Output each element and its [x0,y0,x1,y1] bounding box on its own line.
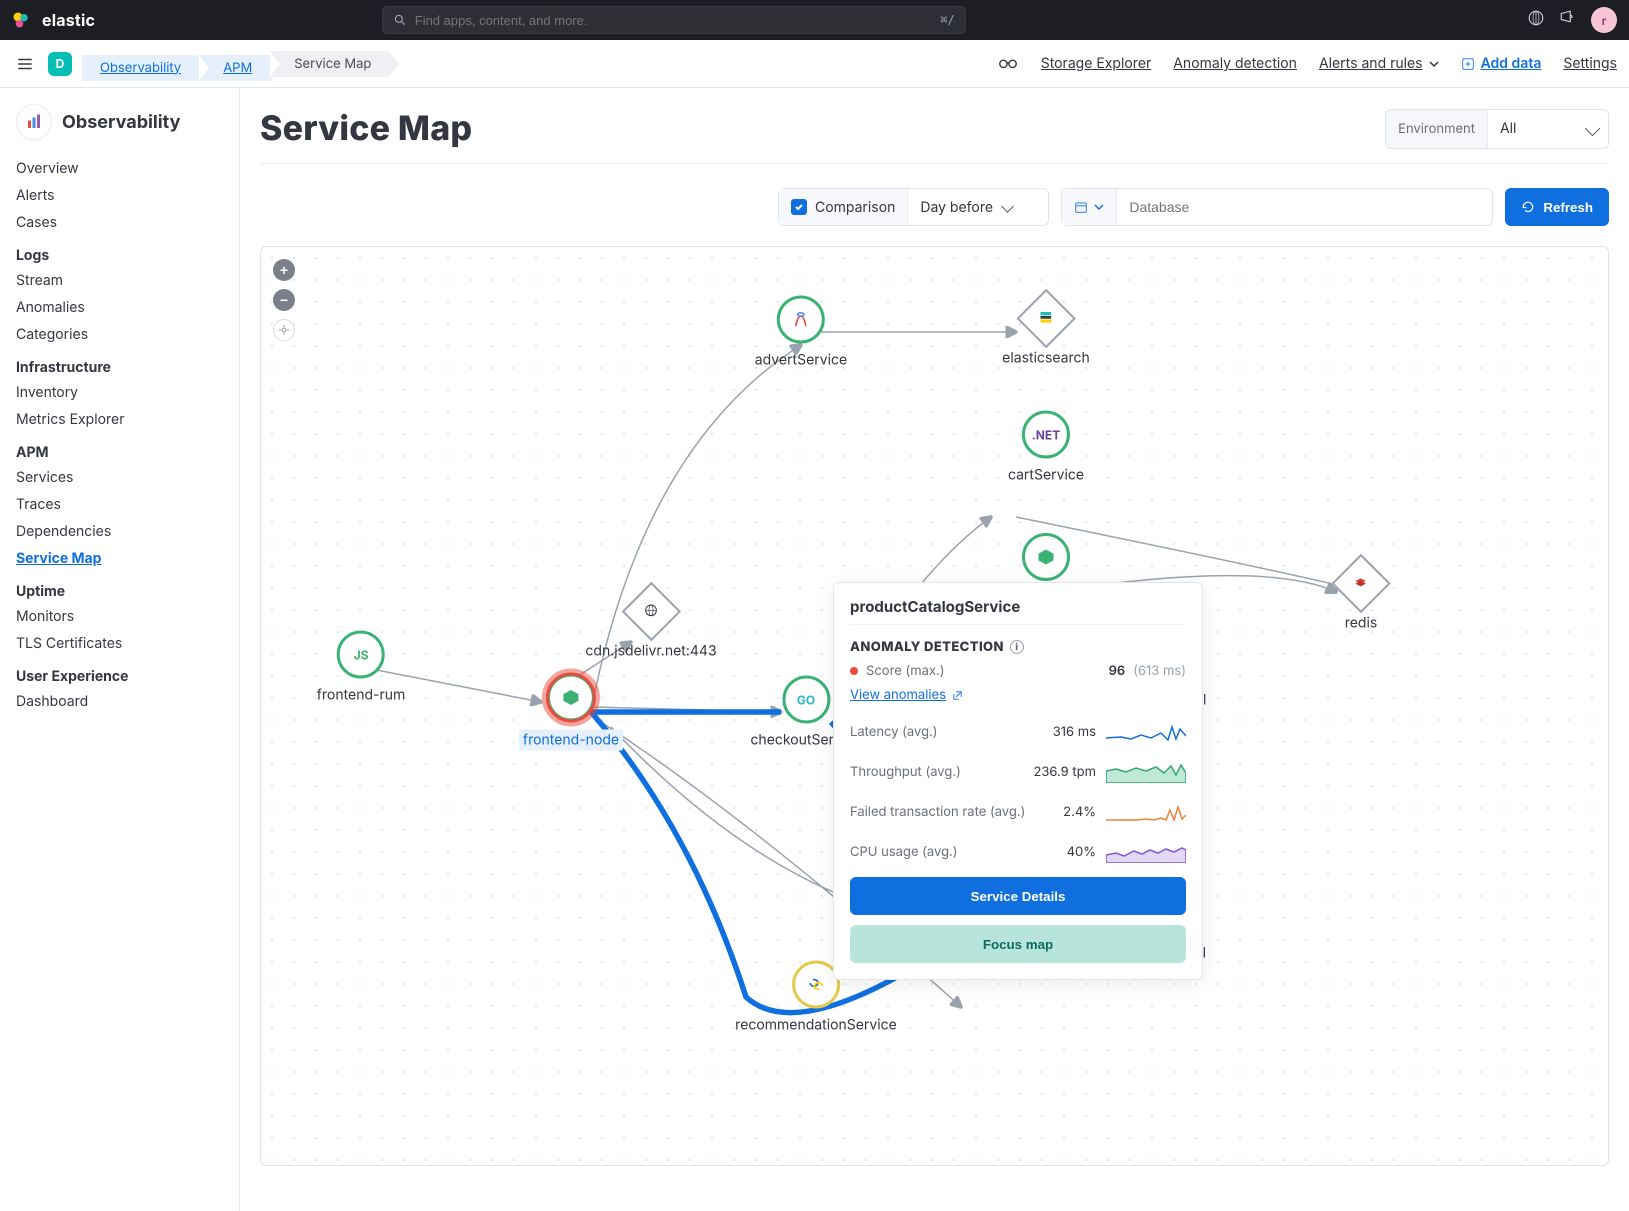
external-link-icon [952,690,963,701]
sidebar-item-services[interactable]: Services [16,469,73,486]
view-anomalies-link[interactable]: View anomalies [850,687,963,703]
app-header: D Observability APM Service Map Storage … [0,40,1629,88]
node-frontend-rum[interactable]: JSfrontend-rum [317,631,406,704]
link-add-data[interactable]: Add data [1461,55,1542,72]
elasticsearch-icon [1038,309,1054,328]
space-badge[interactable]: D [48,52,72,76]
sparkline-cpu [1106,841,1186,863]
sidebar-item-anomalies[interactable]: Anomalies [16,299,85,316]
glasses-icon[interactable] [997,51,1019,77]
global-search[interactable]: ⌘/ [382,6,966,34]
node-elasticsearch[interactable]: elasticsearch [1002,298,1090,367]
search-icon [393,13,407,27]
metric-cpu: CPU usage (avg.) 40% [850,841,1186,863]
popover-section-heading: ANOMALY DETECTIONi [850,639,1186,655]
comparison-range-select[interactable]: Day before [908,189,1048,225]
nav-toggle-button[interactable] [12,51,38,77]
sidebar-title: Observability [62,112,181,133]
metric-latency: Latency (avg.) 316 ms [850,721,1186,743]
help-icon[interactable] [1527,9,1545,31]
sidebar-item-overview[interactable]: Overview [16,160,79,177]
score-range: (613 ms) [1133,663,1186,679]
comparison-control: Comparison Day before [778,188,1049,226]
sidebar-heading-apm: APM [16,444,223,461]
breadcrumb: Observability APM Service Map [82,47,389,81]
sidebar-item-metrics-explorer[interactable]: Metrics Explorer [16,411,124,428]
sidebar-item-service-map[interactable]: Service Map [16,550,102,567]
global-header: elastic ⌘/ r [0,0,1629,40]
sidebar-heading-logs: Logs [16,247,223,264]
calendar-icon [1074,200,1088,214]
node-unknown-green[interactable] [1022,533,1070,581]
page-title: Service Map [260,108,472,149]
link-settings[interactable]: Settings [1563,55,1617,72]
elastic-logo-icon [12,11,30,29]
filter-bar: Comparison Day before Refresh [260,188,1609,226]
environment-label: Environment [1386,110,1488,148]
chevron-down-icon [1429,59,1439,69]
user-avatar[interactable]: r [1591,7,1617,33]
date-picker [1061,188,1493,226]
globe-icon [643,602,659,621]
service-details-button[interactable]: Service Details [850,877,1186,915]
sidebar-heading-uptime: Uptime [16,583,223,600]
focus-map-button[interactable]: Focus map [850,925,1186,963]
node-advertservice[interactable]: advertService [755,296,847,369]
sparkline-throughput [1106,761,1186,783]
link-storage-explorer[interactable]: Storage Explorer [1041,55,1152,72]
sidebar-item-inventory[interactable]: Inventory [16,384,78,401]
node-cartservice[interactable]: .NETcartService [1008,411,1084,484]
query-input-field[interactable] [1129,199,1480,215]
sidebar-item-stream[interactable]: Stream [16,272,63,289]
observability-icon [16,104,52,140]
sidebar-item-alerts[interactable]: Alerts [16,187,55,204]
sidebar-item-monitors[interactable]: Monitors [16,608,74,625]
link-anomaly-detection[interactable]: Anomaly detection [1173,55,1297,72]
metric-throughput: Throughput (avg.) 236.9 tpm [850,761,1186,783]
breadcrumb-current: Service Map [270,51,389,77]
sidebar-item-dashboard[interactable]: Dashboard [16,693,88,710]
search-kbd-hint: ⌘/ [940,13,954,27]
checkbox-checked-icon [791,199,807,215]
brand-name: elastic [42,10,95,30]
sparkline-latency [1106,721,1186,743]
plus-circle-icon [1461,57,1475,71]
sidebar: Observability Overview Alerts Cases Logs… [0,88,240,1211]
date-picker-button[interactable] [1062,189,1117,225]
node-frontend-node[interactable]: frontend-node [519,674,623,751]
comparison-toggle[interactable]: Comparison [779,189,908,225]
sidebar-heading-infrastructure: Infrastructure [16,359,223,376]
sidebar-item-dependencies[interactable]: Dependencies [16,523,111,540]
main-content: Service Map Environment All Comparison D… [240,88,1629,1211]
sidebar-heading-user-experience: User Experience [16,668,223,685]
news-icon[interactable] [1559,9,1577,31]
redis-icon [1353,574,1369,593]
sparkline-failed [1106,801,1186,823]
service-popover: productCatalogService ANOMALY DETECTIONi… [833,582,1203,980]
breadcrumb-apm[interactable]: APM [199,55,270,81]
environment-value[interactable]: All [1488,120,1608,137]
refresh-icon [1521,200,1535,214]
service-map-canvas[interactable]: + − [260,246,1609,1166]
query-input[interactable] [1117,189,1492,225]
sidebar-item-cases[interactable]: Cases [16,214,57,231]
score-value: 96 [1109,663,1126,679]
sidebar-item-categories[interactable]: Categories [16,326,88,343]
popover-title: productCatalogService [850,597,1186,625]
chevron-down-icon [1094,202,1104,212]
severity-dot [850,667,858,675]
node-cdn[interactable]: cdn.jsdelivr.net:443 [585,591,716,660]
global-search-input[interactable] [415,13,933,28]
score-label: Score (max.) [866,663,945,679]
refresh-button[interactable]: Refresh [1505,188,1609,226]
metric-failed-rate: Failed transaction rate (avg.) 2.4% [850,801,1186,823]
info-icon[interactable]: i [1010,640,1024,654]
link-alerts-rules[interactable]: Alerts and rules [1319,55,1439,72]
environment-select[interactable]: Environment All [1385,109,1609,149]
node-redis[interactable]: redis [1340,563,1382,632]
sidebar-item-tls-certificates[interactable]: TLS Certificates [16,635,122,652]
sidebar-item-traces[interactable]: Traces [16,496,61,513]
breadcrumb-observability[interactable]: Observability [82,55,199,81]
